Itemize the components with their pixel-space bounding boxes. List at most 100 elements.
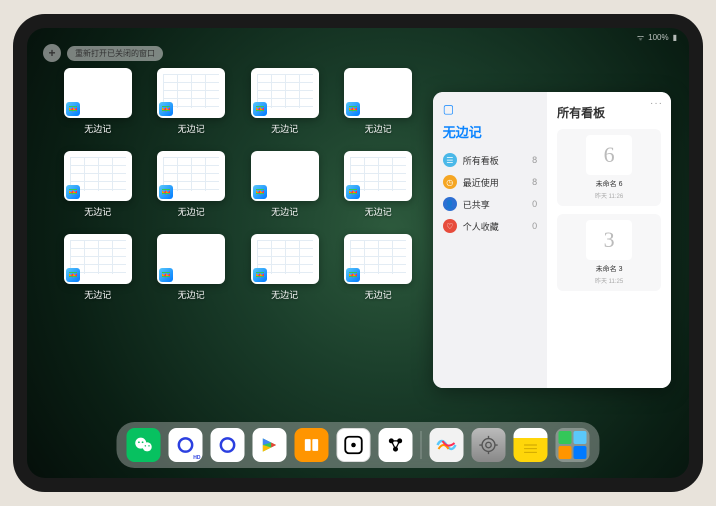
dock-quark[interactable] [211,428,245,462]
window-thumb[interactable]: 无边记 [248,68,321,135]
freeform-icon [66,268,80,282]
freeform-icon [66,185,80,199]
thumb-label: 无边记 [365,288,392,301]
category-label: 个人收藏 [463,220,499,233]
board-name: 未命名 3 [596,264,623,274]
freeform-icon [253,268,267,282]
board-timestamp: 昨天 11:25 [595,276,623,285]
freeform-icon [253,102,267,116]
category-count: 0 [532,221,537,231]
thumb-label: 无边记 [271,122,298,135]
ipad-frame: ᯤ 100% ▮ + 重新打开已关闭的窗口 无边记无边记无边记无边记无边记无边记… [13,14,703,492]
category-item[interactable]: ◷ 最近使用 8 [443,171,537,193]
category-icon: ♡ [443,219,457,233]
freeform-icon [346,268,360,282]
thumb-label: 无边记 [365,205,392,218]
category-item[interactable]: ☰所有看板8 [443,149,537,171]
thumb-preview [157,151,225,201]
thumb-label: 无边记 [84,122,111,135]
thumb-label: 无边记 [84,205,111,218]
dock-notes[interactable] [514,428,548,462]
dock-dice[interactable] [337,428,371,462]
thumb-preview [251,151,319,201]
category-item[interactable]: ♡ 个人收藏 0 [443,215,537,237]
category-icon: ☰ [443,153,457,167]
dock-books[interactable] [295,428,329,462]
window-thumb[interactable]: 无边记 [341,68,414,135]
dock-freeform[interactable] [430,428,464,462]
window-thumb[interactable]: 无边记 [248,151,321,218]
thumb-preview [64,151,132,201]
dock: HD [117,422,600,468]
window-grid: 无边记无边记无边记无边记无边记无边记无边记无边记无边记无边记无边记无边记 [61,68,415,418]
dock-wechat[interactable] [127,428,161,462]
wifi-icon: ᯤ [637,32,644,43]
category-label: 最近使用 [463,176,499,189]
category-count: 8 [532,177,537,187]
battery-icon: ▮ [673,33,677,42]
dock-app-group[interactable] [556,428,590,462]
thumb-preview [157,234,225,284]
window-thumb[interactable]: 无边记 [61,234,134,301]
window-thumb[interactable]: 无边记 [61,68,134,135]
category-count: 8 [532,155,537,165]
freeform-icon [346,102,360,116]
freeform-icon [253,185,267,199]
thumb-preview [344,151,412,201]
add-button[interactable]: + [43,44,61,62]
board-card[interactable]: 6 未命名 6 昨天 11:26 [557,129,661,206]
window-thumb[interactable]: 无边记 [154,68,227,135]
window-thumb[interactable]: 无边记 [341,151,414,218]
category-icon: ◷ [443,175,457,189]
freeform-icon [159,102,173,116]
screen: ᯤ 100% ▮ + 重新打开已关闭的窗口 无边记无边记无边记无边记无边记无边记… [27,28,689,478]
thumb-preview [64,68,132,118]
more-icon[interactable]: ··· [650,98,663,109]
window-thumb[interactable]: 无边记 [154,151,227,218]
freeform-panel[interactable]: ··· ▢ 无边记 ☰所有看板8◷最近使用8👤已共享0♡个人收藏0 所有看板 6… [433,92,671,388]
board-card[interactable]: 3 未命名 3 昨天 11:25 [557,214,661,291]
thumb-preview [251,68,319,118]
thumb-preview [157,68,225,118]
category-icon: 👤 [443,197,457,211]
window-thumb[interactable]: 无边记 [341,234,414,301]
freeform-icon [159,185,173,199]
reopen-closed-window-button[interactable]: 重新打开已关闭的窗口 [67,46,163,61]
dock-settings[interactable] [472,428,506,462]
dock-separator [421,431,422,459]
board-thumbnail: 6 [586,135,632,175]
panel-right: 所有看板 6未命名 6昨天 11:263未命名 3昨天 11:25 [547,92,671,388]
status-bar: ᯤ 100% ▮ [637,32,677,43]
window-thumb[interactable]: 无边记 [154,234,227,301]
panel-left: ▢ 无边记 ☰所有看板8◷最近使用8👤已共享0♡个人收藏0 [433,92,547,388]
thumb-label: 无边记 [178,122,205,135]
dock-play[interactable] [253,428,287,462]
thumb-preview [344,234,412,284]
thumb-label: 无边记 [365,122,392,135]
thumb-preview [344,68,412,118]
board-timestamp: 昨天 11:26 [595,191,623,200]
dock-connect[interactable] [379,428,413,462]
thumb-preview [64,234,132,284]
board-thumbnail: 3 [586,220,632,260]
thumb-label: 无边记 [84,288,111,301]
thumb-label: 无边记 [178,205,205,218]
freeform-icon [159,268,173,282]
thumb-label: 无边记 [271,205,298,218]
panel-title: 无边记 [443,122,537,141]
freeform-icon [66,102,80,116]
thumb-label: 无边记 [271,288,298,301]
top-controls: + 重新打开已关闭的窗口 [43,44,163,62]
category-item[interactable]: 👤已共享0 [443,193,537,215]
content-area: 无边记无边记无边记无边记无边记无边记无边记无边记无边记无边记无边记无边记 ···… [61,68,671,418]
freeform-icon [346,185,360,199]
sidebar-icon[interactable]: ▢ [443,102,454,116]
board-name: 未命名 6 [596,179,623,189]
category-label: 已共享 [463,198,490,211]
window-thumb[interactable]: 无边记 [248,234,321,301]
dock-quark-hd[interactable]: HD [169,428,203,462]
thumb-label: 无边记 [178,288,205,301]
battery-label: 100% [648,33,668,42]
window-thumb[interactable]: 无边记 [61,151,134,218]
thumb-preview [251,234,319,284]
